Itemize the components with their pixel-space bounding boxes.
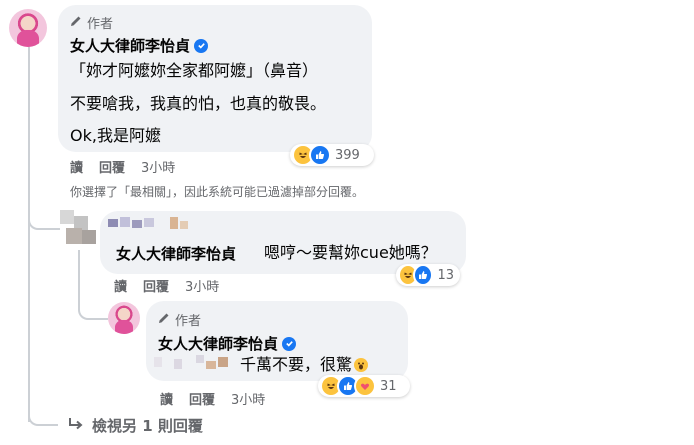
reply-button[interactable]: 回覆 <box>143 276 169 295</box>
reply-button[interactable]: 回覆 <box>189 389 215 408</box>
verified-badge-icon <box>282 336 297 351</box>
reaction-count: 13 <box>437 267 454 283</box>
commenter-name-text[interactable]: 女人大律師李怡貞 <box>158 333 278 354</box>
author-avatar[interactable] <box>108 302 140 334</box>
thread-line-main <box>28 46 30 422</box>
comment-line-3: Ok,我是阿嬤 <box>70 126 161 145</box>
blurred-mention <box>154 353 244 373</box>
filter-notice: 你選擇了「最相關」，因此系統可能已過濾掉部分回覆。 <box>70 185 365 199</box>
read-button[interactable]: 讀 <box>70 157 83 176</box>
pencil-icon <box>158 312 170 328</box>
blurred-name <box>108 217 228 231</box>
like-reaction-icon <box>309 144 331 166</box>
comment-actions: 讀 回覆 3小時 <box>70 157 175 176</box>
reply-text-content: 千萬不要，很驚 <box>240 355 353 374</box>
reaction-summary[interactable]: 13 <box>396 264 460 286</box>
view-more-replies[interactable]: 檢視另 1 則回覆 <box>68 415 203 436</box>
verified-badge-icon <box>194 38 209 53</box>
reply-author-name[interactable]: 女人大律師李怡貞 <box>116 243 236 264</box>
author-avatar[interactable] <box>9 9 47 47</box>
read-button[interactable]: 讀 <box>160 389 173 408</box>
care-reaction-icon <box>354 375 376 397</box>
timestamp[interactable]: 3小時 <box>185 276 219 295</box>
blurred-avatar <box>60 210 98 248</box>
timestamp[interactable]: 3小時 <box>231 389 265 408</box>
author-tag-label: 作者 <box>87 17 114 32</box>
thread-line-branch-1 <box>28 200 60 230</box>
reply-bubble-2: 作者 女人大律師李怡貞 千萬不要，很驚 <box>146 301 408 381</box>
reaction-count: 399 <box>335 147 360 163</box>
commenter-name-text[interactable]: 女人大律師李怡貞 <box>70 35 190 56</box>
thread-line-branch-2 <box>78 296 108 320</box>
reply-text: 千萬不要，很驚 <box>240 355 369 375</box>
like-reaction-icon <box>413 264 434 286</box>
reply-author-name-text[interactable]: 女人大律師李怡貞 <box>116 243 236 264</box>
author-tag: 作者 <box>158 310 201 329</box>
wow-emoji-icon <box>354 358 369 372</box>
pencil-icon <box>70 15 82 31</box>
thread-line-branch-3 <box>28 398 58 426</box>
thread-line-sub <box>78 250 80 300</box>
author-tag-label: 作者 <box>175 314 202 329</box>
timestamp[interactable]: 3小時 <box>141 157 175 176</box>
reaction-summary[interactable]: 31 <box>318 375 410 397</box>
comment-line-1: 「妳才阿嬤妳全家都阿嬤」（鼻音） <box>70 61 319 80</box>
reply-actions: 讀 回覆 3小時 <box>114 276 219 295</box>
reaction-count: 31 <box>380 378 397 394</box>
commenter-name[interactable]: 女人大律師李怡貞 <box>158 333 297 354</box>
read-button[interactable]: 讀 <box>114 276 127 295</box>
reply-text: 嗯哼～要幫妳cue她嗎？ <box>264 243 437 262</box>
author-tag: 作者 <box>70 13 113 32</box>
comment-line-2: 不要嗆我，我真的怕，也真的敬畏。 <box>70 94 327 113</box>
reply-arrow-icon <box>68 417 84 435</box>
reply-actions: 讀 回覆 3小時 <box>160 389 265 408</box>
reaction-summary[interactable]: 399 <box>290 144 374 166</box>
comment-bubble: 作者 女人大律師李怡貞 「妳才阿嬤妳全家都阿嬤」（鼻音） 不要嗆我，我真的怕，也… <box>58 5 372 152</box>
reply-button[interactable]: 回覆 <box>99 157 125 176</box>
view-more-label[interactable]: 檢視另 1 則回覆 <box>92 415 203 436</box>
commenter-name[interactable]: 女人大律師李怡貞 <box>70 35 209 56</box>
